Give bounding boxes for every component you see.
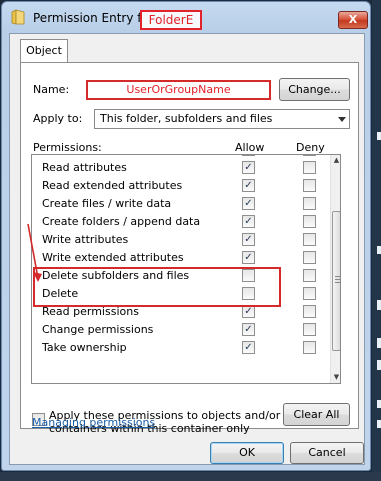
- folder-icon: [11, 9, 25, 25]
- deny-checkbox[interactable]: [303, 197, 316, 210]
- annotation-highlight-box: [33, 267, 281, 307]
- deny-checkbox[interactable]: [303, 155, 316, 156]
- desktop-background-bottom: [0, 472, 381, 481]
- deny-column-header: Deny: [296, 141, 325, 154]
- deny-checkbox[interactable]: [303, 341, 316, 354]
- permission-row: Change permissions ✓: [32, 321, 330, 339]
- permission-name: Write attributes: [42, 233, 129, 246]
- close-button[interactable]: X: [338, 11, 368, 29]
- permission-name: Write extended attributes: [42, 251, 184, 264]
- permission-row: Read extended attributes ✓: [32, 177, 330, 195]
- change-button[interactable]: Change...: [279, 78, 350, 101]
- allow-checkbox[interactable]: ✓: [242, 197, 255, 210]
- principal-name-field: UserOrGroupName: [86, 80, 271, 100]
- allow-checkbox[interactable]: ✓: [242, 161, 255, 174]
- permission-row: Create folders / append data ✓: [32, 213, 330, 231]
- window-title: Permission Entry for: [33, 11, 154, 25]
- permission-row: Create files / write data ✓: [32, 195, 330, 213]
- permissions-scrollbar[interactable]: ▲ ▼: [330, 155, 340, 383]
- apply-to-value: This folder, subfolders and files: [100, 112, 273, 125]
- allow-checkbox[interactable]: ✓: [242, 155, 255, 156]
- permission-name: Create files / write data: [42, 197, 172, 210]
- permission-row: Write extended attributes ✓: [32, 249, 330, 267]
- scroll-down-icon[interactable]: ▼: [332, 372, 340, 382]
- permission-name: List folder / read data: [42, 155, 160, 156]
- permission-row: Write attributes ✓: [32, 231, 330, 249]
- scroll-up-icon[interactable]: ▲: [332, 155, 340, 165]
- deny-checkbox[interactable]: [303, 251, 316, 264]
- deny-checkbox[interactable]: [303, 323, 316, 336]
- chevron-down-icon: [338, 117, 346, 122]
- cancel-button[interactable]: Cancel: [290, 442, 364, 464]
- allow-checkbox[interactable]: ✓: [242, 215, 255, 228]
- permission-name: Create folders / append data: [42, 215, 201, 228]
- permission-row: Take ownership ✓: [32, 339, 330, 357]
- desktop-background: [372, 0, 381, 481]
- title-bar[interactable]: Permission Entry for FolderE X: [2, 2, 370, 32]
- permission-name: Read extended attributes: [42, 179, 183, 192]
- annotation-arrow: [27, 223, 42, 282]
- apply-to-select[interactable]: This folder, subfolders and files: [94, 109, 350, 129]
- scroll-thumb[interactable]: [332, 211, 340, 351]
- deny-checkbox[interactable]: [303, 179, 316, 192]
- folder-name-highlight: FolderE: [140, 10, 202, 30]
- apply-to-label: Apply to:: [33, 112, 83, 125]
- name-label: Name:: [33, 83, 70, 96]
- permission-name: Change permissions: [42, 323, 154, 336]
- deny-checkbox[interactable]: [303, 305, 316, 318]
- deny-checkbox[interactable]: [303, 287, 316, 300]
- allow-column-header: Allow: [235, 141, 265, 154]
- close-icon: X: [348, 13, 358, 26]
- deny-checkbox[interactable]: [303, 215, 316, 228]
- allow-checkbox[interactable]: ✓: [242, 323, 255, 336]
- permission-entry-dialog: Permission Entry for FolderE X Object Na…: [1, 1, 371, 471]
- deny-checkbox[interactable]: [303, 161, 316, 174]
- deny-checkbox[interactable]: [303, 269, 316, 282]
- allow-checkbox[interactable]: ✓: [242, 251, 255, 264]
- permission-row: Read attributes ✓: [32, 159, 330, 177]
- managing-permissions-link[interactable]: Managing permissions: [32, 416, 155, 429]
- dialog-client-area: Object Name: UserOrGroupName Change... A…: [9, 33, 365, 465]
- permission-name: Take ownership: [42, 341, 127, 354]
- permissions-label: Permissions:: [33, 141, 102, 154]
- tab-object[interactable]: Object: [20, 39, 68, 63]
- permission-name: Read attributes: [42, 161, 127, 174]
- allow-checkbox[interactable]: ✓: [242, 233, 255, 246]
- allow-checkbox[interactable]: ✓: [242, 179, 255, 192]
- clear-all-button[interactable]: Clear All: [283, 403, 350, 426]
- allow-checkbox[interactable]: ✓: [242, 341, 255, 354]
- ok-button[interactable]: OK: [210, 442, 284, 464]
- deny-checkbox[interactable]: [303, 233, 316, 246]
- object-tab-panel: Name: UserOrGroupName Change... Apply to…: [20, 62, 359, 435]
